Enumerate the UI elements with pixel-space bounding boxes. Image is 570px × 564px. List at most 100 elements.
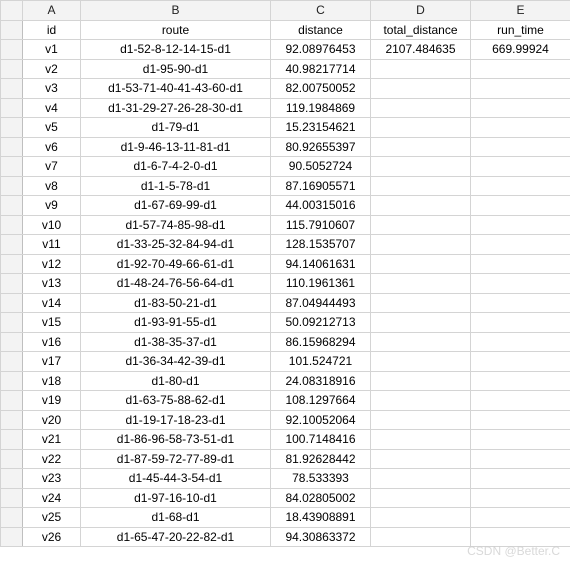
table-row[interactable]: v22d1-87-59-72-77-89-d181.92628442 <box>1 449 570 469</box>
cell-total-distance[interactable] <box>371 118 471 138</box>
table-row[interactable]: v18d1-80-d124.08318916 <box>1 371 570 391</box>
cell-run-time[interactable] <box>471 332 570 352</box>
cell-id[interactable]: v16 <box>23 332 81 352</box>
table-row[interactable]: v25d1-68-d118.43908891 <box>1 508 570 528</box>
cell-id[interactable]: v3 <box>23 79 81 99</box>
cell-route[interactable]: d1-36-34-42-39-d1 <box>81 352 271 372</box>
cell-run-time[interactable] <box>471 527 570 547</box>
cell-run-time[interactable] <box>471 391 570 411</box>
cell-total-distance-header[interactable]: total_distance <box>371 20 471 40</box>
cell-run-time[interactable] <box>471 488 570 508</box>
table-row[interactable]: v3d1-53-71-40-41-43-60-d182.00750052 <box>1 79 570 99</box>
cell-id-header[interactable]: id <box>23 20 81 40</box>
table-row[interactable]: v12d1-92-70-49-66-61-d194.14061631 <box>1 254 570 274</box>
table-row[interactable]: v9d1-67-69-99-d144.00315016 <box>1 196 570 216</box>
cell-id[interactable]: v9 <box>23 196 81 216</box>
table-row[interactable]: v21d1-86-96-58-73-51-d1100.7148416 <box>1 430 570 450</box>
cell-run-time[interactable] <box>471 215 570 235</box>
cell-distance[interactable]: 101.524721 <box>271 352 371 372</box>
cell-run-time[interactable] <box>471 508 570 528</box>
row-header[interactable] <box>1 449 23 469</box>
cell-distance-header[interactable]: distance <box>271 20 371 40</box>
col-header-B[interactable]: B <box>81 1 271 21</box>
cell-total-distance[interactable] <box>371 235 471 255</box>
row-header[interactable] <box>1 235 23 255</box>
row-header[interactable] <box>1 59 23 79</box>
cell-run-time[interactable]: 669.99924 <box>471 40 570 60</box>
row-header[interactable] <box>1 20 23 40</box>
cell-run-time[interactable] <box>471 274 570 294</box>
row-header[interactable] <box>1 293 23 313</box>
cell-distance[interactable]: 87.16905571 <box>271 176 371 196</box>
cell-total-distance[interactable] <box>371 196 471 216</box>
cell-run-time[interactable] <box>471 449 570 469</box>
table-row[interactable]: v23d1-45-44-3-54-d178.533393 <box>1 469 570 489</box>
cell-run-time[interactable] <box>471 410 570 430</box>
cell-distance[interactable]: 18.43908891 <box>271 508 371 528</box>
cell-total-distance[interactable] <box>371 430 471 450</box>
cell-id[interactable]: v14 <box>23 293 81 313</box>
cell-distance[interactable]: 24.08318916 <box>271 371 371 391</box>
cell-id[interactable]: v24 <box>23 488 81 508</box>
row-header[interactable] <box>1 488 23 508</box>
cell-distance[interactable]: 94.30863372 <box>271 527 371 547</box>
cell-run-time[interactable] <box>471 254 570 274</box>
cell-total-distance[interactable] <box>371 352 471 372</box>
cell-route[interactable]: d1-87-59-72-77-89-d1 <box>81 449 271 469</box>
cell-route[interactable]: d1-65-47-20-22-82-d1 <box>81 527 271 547</box>
cell-route[interactable]: d1-53-71-40-41-43-60-d1 <box>81 79 271 99</box>
cell-total-distance[interactable] <box>371 508 471 528</box>
table-row[interactable]: v2d1-95-90-d140.98217714 <box>1 59 570 79</box>
cell-distance[interactable]: 110.1961361 <box>271 274 371 294</box>
cell-id[interactable]: v1 <box>23 40 81 60</box>
cell-distance[interactable]: 81.92628442 <box>271 449 371 469</box>
cell-distance[interactable]: 119.1984869 <box>271 98 371 118</box>
cell-route[interactable]: d1-83-50-21-d1 <box>81 293 271 313</box>
cell-total-distance[interactable] <box>371 98 471 118</box>
table-row[interactable]: v17d1-36-34-42-39-d1101.524721 <box>1 352 570 372</box>
cell-run-time[interactable] <box>471 469 570 489</box>
cell-distance[interactable]: 80.92655397 <box>271 137 371 157</box>
row-header[interactable] <box>1 352 23 372</box>
cell-total-distance[interactable] <box>371 469 471 489</box>
row-header[interactable] <box>1 157 23 177</box>
table-row[interactable]: v11d1-33-25-32-84-94-d1128.1535707 <box>1 235 570 255</box>
row-header[interactable] <box>1 215 23 235</box>
cell-total-distance[interactable] <box>371 293 471 313</box>
cell-run-time[interactable] <box>471 235 570 255</box>
table-row[interactable]: v13d1-48-24-76-56-64-d1110.1961361 <box>1 274 570 294</box>
cell-route[interactable]: d1-97-16-10-d1 <box>81 488 271 508</box>
cell-id[interactable]: v26 <box>23 527 81 547</box>
cell-id[interactable]: v11 <box>23 235 81 255</box>
cell-run-time[interactable] <box>471 59 570 79</box>
cell-distance[interactable]: 87.04944493 <box>271 293 371 313</box>
cell-id[interactable]: v2 <box>23 59 81 79</box>
cell-route[interactable]: d1-45-44-3-54-d1 <box>81 469 271 489</box>
row-header[interactable] <box>1 371 23 391</box>
cell-route[interactable]: d1-93-91-55-d1 <box>81 313 271 333</box>
cell-distance[interactable]: 92.08976453 <box>271 40 371 60</box>
cell-distance[interactable]: 92.10052064 <box>271 410 371 430</box>
table-row[interactable]: v10d1-57-74-85-98-d1115.7910607 <box>1 215 570 235</box>
row-header[interactable] <box>1 98 23 118</box>
cell-distance[interactable]: 40.98217714 <box>271 59 371 79</box>
row-header[interactable] <box>1 391 23 411</box>
row-header[interactable] <box>1 313 23 333</box>
cell-id[interactable]: v12 <box>23 254 81 274</box>
cell-id[interactable]: v22 <box>23 449 81 469</box>
cell-id[interactable]: v4 <box>23 98 81 118</box>
cell-total-distance[interactable] <box>371 137 471 157</box>
table-row[interactable]: v4d1-31-29-27-26-28-30-d1119.1984869 <box>1 98 570 118</box>
cell-route[interactable]: d1-52-8-12-14-15-d1 <box>81 40 271 60</box>
cell-route[interactable]: d1-63-75-88-62-d1 <box>81 391 271 411</box>
cell-run-time[interactable] <box>471 118 570 138</box>
cell-run-time[interactable] <box>471 430 570 450</box>
cell-distance[interactable]: 86.15968294 <box>271 332 371 352</box>
cell-distance[interactable]: 115.7910607 <box>271 215 371 235</box>
cell-route[interactable]: d1-19-17-18-23-d1 <box>81 410 271 430</box>
cell-id[interactable]: v25 <box>23 508 81 528</box>
cell-total-distance[interactable] <box>371 215 471 235</box>
table-row[interactable]: v1d1-52-8-12-14-15-d192.089764532107.484… <box>1 40 570 60</box>
cell-total-distance[interactable] <box>371 410 471 430</box>
cell-id[interactable]: v15 <box>23 313 81 333</box>
